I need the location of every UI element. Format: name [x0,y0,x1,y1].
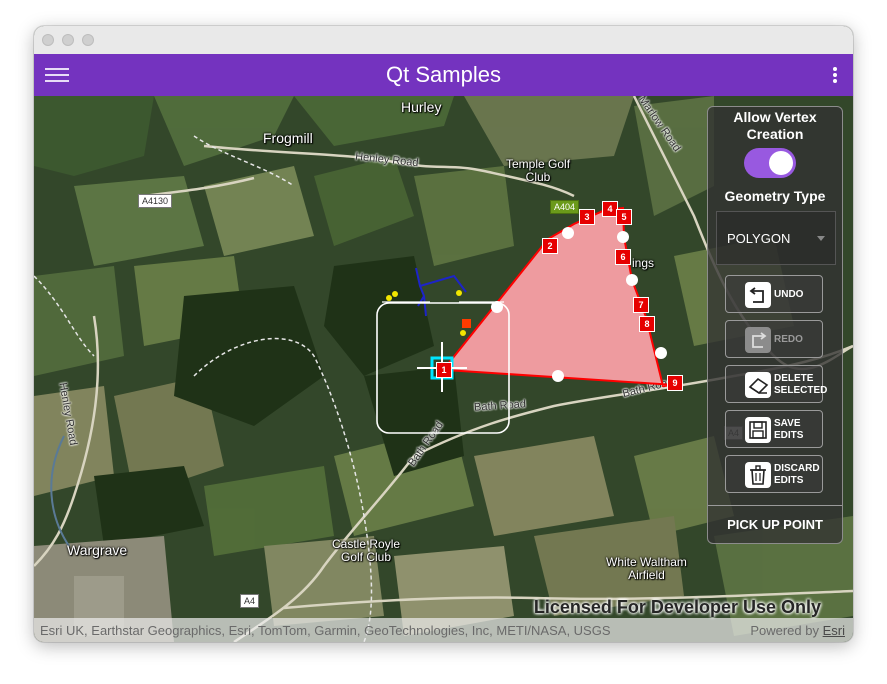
powered-by: Powered by Esri [750,623,845,638]
map-view[interactable]: Hurley Frogmill Henley Road Temple Golf … [34,96,853,642]
pick-up-point-label: PICK UP POINT [727,517,823,532]
geometry-type-select[interactable]: POLYGON [716,211,836,265]
undo-button[interactable]: UNDO [725,275,823,313]
app-toolbar: Qt Samples [34,54,853,96]
save-edits-label: SAVE EDITS [774,418,804,441]
vertex-marker[interactable]: 7 [633,297,649,313]
vertex-marker[interactable]: 5 [616,209,632,225]
discard-edits-label: DISCARD EDITS [774,463,820,486]
undo-label: UNDO [774,289,804,300]
undo-icon [745,282,771,308]
vertex-marker[interactable]: 6 [615,249,631,265]
pick-up-point-button[interactable]: PICK UP POINT [708,505,842,544]
vertex-marker[interactable]: 2 [542,238,558,254]
sketch-editor-panel: Allow Vertex Creation Geometry Type POLY… [707,106,843,544]
redo-button[interactable]: REDO [725,320,823,358]
esri-link[interactable]: Esri [823,623,845,638]
chevron-down-icon [817,236,825,241]
attribution-bar: Esri UK, Earthstar Geographics, Esri, To… [34,618,853,642]
allow-vertex-label: Allow Vertex Creation [733,109,817,142]
geometry-type-label: Geometry Type [724,188,826,204]
more-vertical-icon[interactable] [833,67,837,83]
vertex-marker[interactable]: 8 [639,316,655,332]
floppy-disk-icon [745,417,771,443]
attribution-text: Esri UK, Earthstar Geographics, Esri, To… [40,623,611,638]
trash-icon [745,462,771,488]
redo-label: REDO [774,334,803,345]
delete-selected-button[interactable]: DELETE SELECTED [725,365,827,403]
allow-vertex-toggle[interactable] [744,148,796,178]
vertex-marker[interactable]: 9 [667,375,683,391]
eraser-icon [745,372,771,398]
license-watermark: Licensed For Developer Use Only [533,597,821,617]
window-titlebar [34,26,853,55]
app-title: Qt Samples [386,62,501,87]
delete-selected-label: DELETE SELECTED [774,373,828,396]
toggle-knob [769,151,793,175]
vertex-marker[interactable]: 3 [579,209,595,225]
geometry-type-value: POLYGON [727,231,791,246]
redo-icon [745,327,771,353]
close-window-button[interactable] [42,34,54,46]
vertex-marker[interactable]: 1 [436,362,452,378]
zoom-window-button[interactable] [82,34,94,46]
app-window: Qt Samples Hurley Frogmill Henley Road T… [34,26,853,642]
save-edits-button[interactable]: SAVE EDITS [725,410,823,448]
minimize-window-button[interactable] [62,34,74,46]
discard-edits-button[interactable]: DISCARD EDITS [725,455,823,493]
powered-by-text: Powered by [750,623,819,638]
